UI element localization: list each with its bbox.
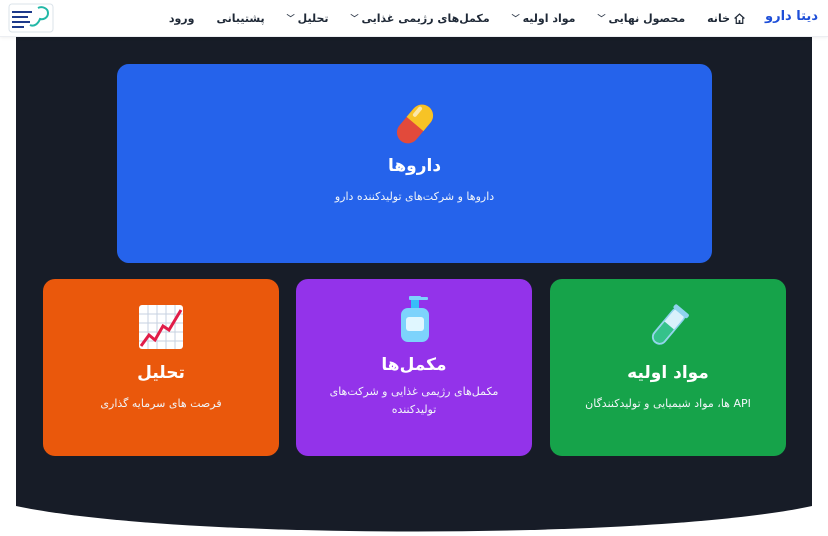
card-description: API ها، مواد شیمیایی و تولیدکنندگان <box>585 397 751 410</box>
nav-item-label: تحلیل <box>297 12 329 25</box>
nav-item-analysis[interactable]: تحلیل ﹀ <box>287 12 329 25</box>
card-analysis[interactable]: تحلیل فرصت های سرمایه گذاری <box>43 279 279 456</box>
card-title: مواد اولیه <box>627 363 709 383</box>
nav-item-label: خانه <box>707 12 730 25</box>
test-tube-icon <box>651 304 689 345</box>
card-raw-materials[interactable]: مواد اولیه API ها، مواد شیمیایی و تولیدک… <box>550 279 786 456</box>
nav-item-label: مواد اولیه <box>522 12 576 25</box>
chevron-down-icon: ﹀ <box>597 14 606 23</box>
home-icon <box>734 13 745 24</box>
brand-link[interactable]: دیتا دارو <box>765 9 818 24</box>
nav-item-support[interactable]: پشتیبانی <box>216 12 264 25</box>
chevron-down-icon: ﹀ <box>350 14 359 23</box>
site-logo[interactable] <box>8 3 54 33</box>
card-title: مکمل‌ها <box>381 355 447 375</box>
nav-item-login[interactable]: ورود <box>169 12 195 25</box>
nav-item-label: مکمل‌های رژیمی غذایی <box>361 12 490 25</box>
hero-curve-divider <box>16 470 812 532</box>
nav-item-final-product[interactable]: محصول نهایی ﹀ <box>598 12 686 25</box>
top-navbar: دیتا دارو خانه محصول نهایی ﹀ مواد اولیه … <box>0 0 828 37</box>
chart-increasing-icon <box>139 305 183 349</box>
card-description: مکمل‌های رژیمی غذایی و شرکت‌های تولیدکنن… <box>329 385 499 416</box>
card-description: فرصت های سرمایه گذاری <box>100 397 222 410</box>
card-drugs[interactable]: داروها داروها و شرکت‌های تولیدکننده دارو <box>117 64 712 263</box>
chevron-down-icon: ﹀ <box>286 14 295 23</box>
nav-item-raw-materials[interactable]: مواد اولیه ﹀ <box>512 12 576 25</box>
card-title: داروها <box>387 156 442 176</box>
card-title: تحلیل <box>137 363 185 383</box>
nav-item-home[interactable]: خانه <box>707 12 746 25</box>
nav-item-supplements[interactable]: مکمل‌های رژیمی غذایی ﹀ <box>351 12 490 25</box>
lotion-bottle-icon <box>401 296 429 342</box>
card-supplements[interactable]: مکمل‌ها مکمل‌های رژیمی غذایی و شرکت‌های … <box>296 279 532 456</box>
nav-item-label: محصول نهایی <box>608 12 686 25</box>
pill-icon <box>396 104 433 144</box>
nav-item-label: پشتیبانی <box>216 12 265 25</box>
main-nav: خانه محصول نهایی ﹀ مواد اولیه ﹀ مکمل‌های… <box>169 0 746 37</box>
card-description: داروها و شرکت‌های تولیدکننده دارو <box>334 190 495 203</box>
chevron-down-icon: ﹀ <box>511 14 520 23</box>
nav-item-label: ورود <box>168 12 195 25</box>
